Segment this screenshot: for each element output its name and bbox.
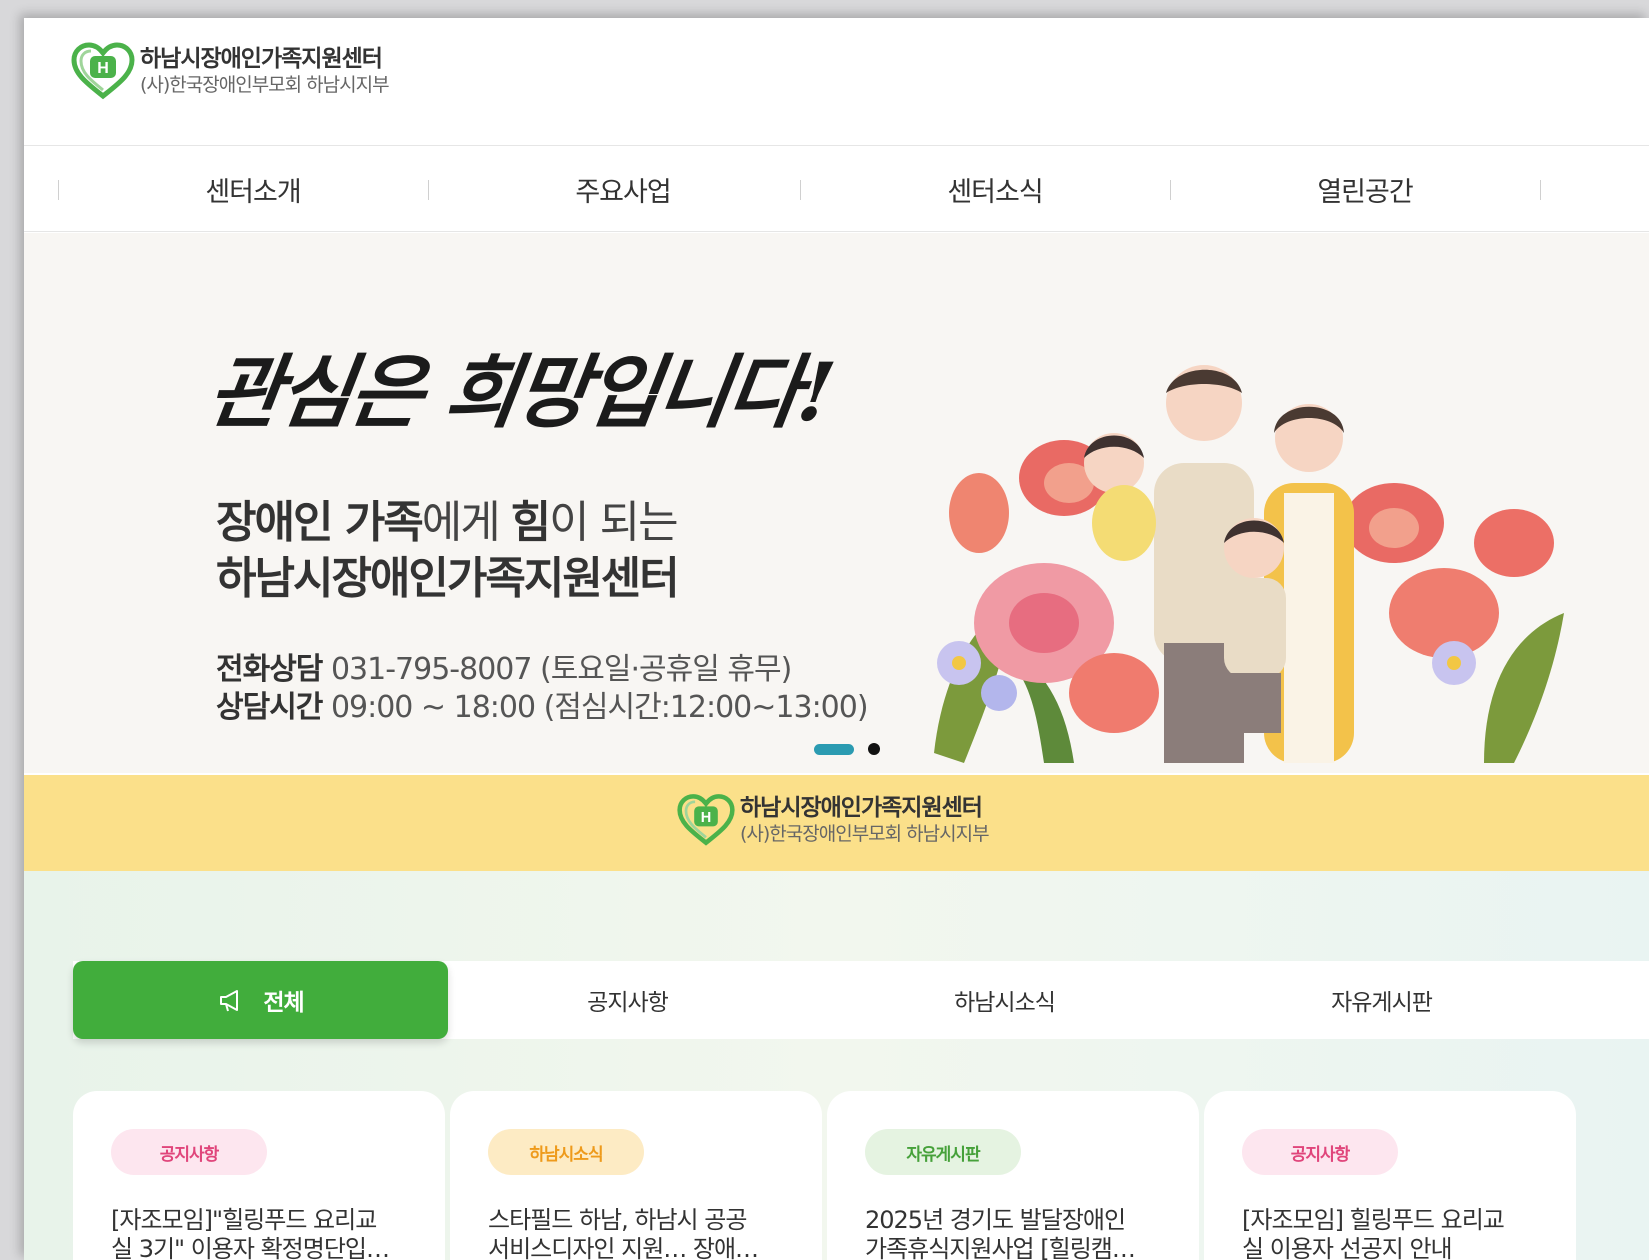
post-title-line: 2025년 경기도 발달장애인 <box>865 1206 1126 1234</box>
tagline-text: 에게 <box>421 497 511 548</box>
board-tabs: 전체 공지사항 하남시소식 자유게시판 <box>73 961 1649 1039</box>
tagline-bold: 장애인 가족 <box>216 497 424 548</box>
band-logo: H 하남시장애인가족지원센터 (사)한국장애인부모회 하남시지부 <box>676 793 990 847</box>
main-nav: 센터소개 주요사업 센터소식 열린공간 <box>24 146 1649 232</box>
band-logo-title: 하남시장애인가족지원센터 <box>740 795 983 821</box>
tab-hanam-news[interactable]: 하남시소식 <box>817 961 1192 1039</box>
phone-value: 031-795-8007 (토요일·공휴일 휴무) <box>322 652 792 687</box>
tab-all[interactable]: 전체 <box>73 961 448 1039</box>
post-card[interactable]: 자유게시판 2025년 경기도 발달장애인 가족휴식지원사업 [힐링캠… <box>827 1091 1199 1260</box>
post-title: [자조모임] 힐링푸드 요리교 실 이용자 선공지 안내 <box>1242 1206 1542 1260</box>
heart-logo-icon: H <box>71 42 135 100</box>
category-badge: 공지사항 <box>1242 1129 1398 1175</box>
tagline-text: 이 되는 <box>549 497 678 548</box>
post-title-line: 가족휴식지원사업 [힐링캠… <box>865 1235 1136 1260</box>
post-card[interactable]: 공지사항 [자조모임] 힐링푸드 요리교 실 이용자 선공지 안내 <box>1204 1091 1576 1260</box>
slide-dot-active[interactable] <box>814 743 854 755</box>
tagline-center-name: 하남시장애인가족지원센터 <box>216 553 680 604</box>
nav-item-center-intro[interactable]: 센터소개 <box>58 146 448 232</box>
hero-contact-info: 전화상담 031-795-8007 (토요일·공휴일 휴무) 상담시간 09:0… <box>216 651 869 727</box>
nav-divider <box>1540 180 1541 200</box>
tagline-bold: 힘 <box>510 497 552 548</box>
tab-notice[interactable]: 공지사항 <box>440 961 815 1039</box>
logo-title: 하남시장애인가족지원센터 <box>140 46 383 72</box>
post-title-line: 서비스디자인 지원… 장애… <box>488 1235 759 1260</box>
heart-logo-icon: H <box>677 794 735 846</box>
post-card[interactable]: 하남시소식 스타필드 하남, 하남시 공공 서비스디자인 지원… 장애… <box>450 1091 822 1260</box>
category-badge: 하남시소식 <box>488 1129 644 1175</box>
hours-label: 상담시간 <box>216 690 323 725</box>
post-title-line: [자조모임]"힐링푸드 요리교 <box>111 1206 377 1234</box>
post-title: [자조모임]"힐링푸드 요리교 실 3기" 이용자 확정명단입… <box>111 1206 411 1260</box>
post-title-line: 실 3기" 이용자 확정명단입… <box>111 1235 390 1260</box>
category-badge: 자유게시판 <box>865 1129 1021 1175</box>
family-flowers-illustration <box>934 365 1564 763</box>
slider-pagination <box>814 743 880 755</box>
browser-page: H 하남시장애인가족지원센터 (사)한국장애인부모회 하남시지부 센터소개 주요… <box>24 18 1649 1260</box>
svg-text:H: H <box>701 810 712 826</box>
logo-subtitle: (사)한국장애인부모회 하남시지부 <box>140 74 390 96</box>
site-header: H 하남시장애인가족지원센터 (사)한국장애인부모회 하남시지부 <box>24 18 1649 146</box>
band-logo-subtitle: (사)한국장애인부모회 하남시지부 <box>740 823 990 845</box>
svg-text:H: H <box>97 60 109 77</box>
center-logo-band: H 하남시장애인가족지원센터 (사)한국장애인부모회 하남시지부 <box>24 775 1649 871</box>
tab-all-label: 전체 <box>263 990 304 1016</box>
nav-item-open-space[interactable]: 열린공간 <box>1170 146 1560 232</box>
hero-banner: 관심은 희망입니다! 장애인 가족에게 힘이 되는 하남시장애인가족지원센터 전… <box>24 233 1649 773</box>
hours-value: 09:00 ~ 18:00 (점심시간:12:00~13:00) <box>322 690 869 725</box>
board-section: 전체 공지사항 하남시소식 자유게시판 공지사항 [자조모임]"힐링푸드 요리교… <box>24 871 1649 1260</box>
post-title-line: 실 이용자 선공지 안내 <box>1242 1235 1453 1260</box>
post-title: 2025년 경기도 발달장애인 가족휴식지원사업 [힐링캠… <box>865 1206 1165 1260</box>
slide-dot[interactable] <box>868 743 880 755</box>
tab-free-board[interactable]: 자유게시판 <box>1194 961 1569 1039</box>
phone-label: 전화상담 <box>216 652 323 687</box>
hero-slogan: 관심은 희망입니다! <box>202 345 838 439</box>
hero-tagline: 장애인 가족에게 힘이 되는 하남시장애인가족지원센터 <box>216 495 680 607</box>
nav-item-center-news[interactable]: 센터소식 <box>800 146 1190 232</box>
megaphone-icon <box>220 990 239 1012</box>
post-title: 스타필드 하남, 하남시 공공 서비스디자인 지원… 장애… <box>488 1206 788 1260</box>
category-badge: 공지사항 <box>111 1129 267 1175</box>
nav-item-main-projects[interactable]: 주요사업 <box>428 146 818 232</box>
post-title-line: [자조모임] 힐링푸드 요리교 <box>1242 1206 1505 1234</box>
site-logo[interactable]: H 하남시장애인가족지원센터 (사)한국장애인부모회 하남시지부 <box>70 42 390 100</box>
post-title-line: 스타필드 하남, 하남시 공공 <box>488 1206 747 1234</box>
post-card[interactable]: 공지사항 [자조모임]"힐링푸드 요리교 실 3기" 이용자 확정명단입… <box>73 1091 445 1260</box>
